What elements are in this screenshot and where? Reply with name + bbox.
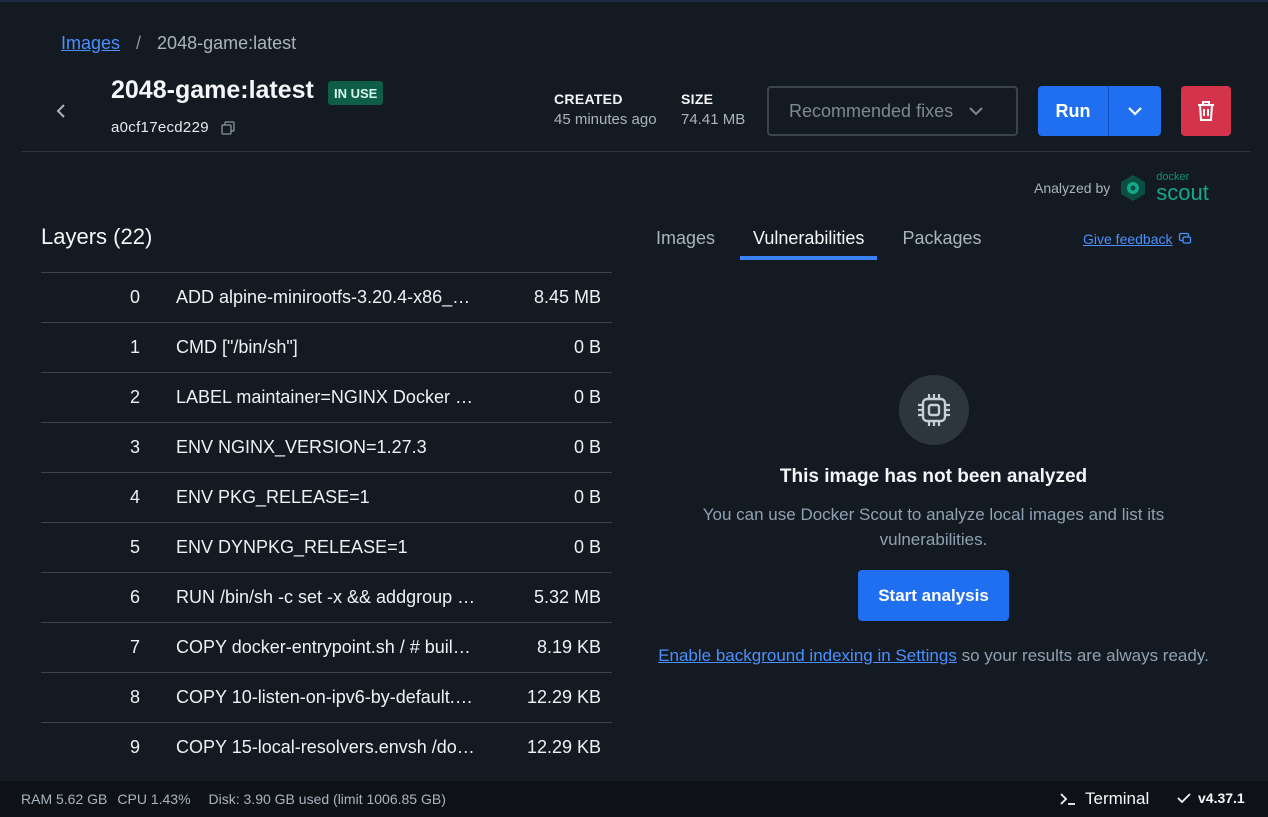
image-id: a0cf17ecd229 <box>111 119 209 136</box>
give-feedback: Give feedback <box>1083 231 1192 247</box>
layer-command: COPY 15-local-resolvers.envsh /do… <box>176 737 475 757</box>
created-info: CREATED 45 minutes ago <box>554 91 657 128</box>
terminal-icon <box>1060 793 1075 805</box>
layer-size: 0 B <box>573 437 601 457</box>
layer-row[interactable]: 8 COPY 10-listen-on-ipv6-by-default.s… 12.… <box>41 672 612 722</box>
layer-index: 6 <box>129 587 140 607</box>
layer-index: 3 <box>129 437 140 457</box>
layer-index: 0 <box>129 287 140 307</box>
layer-size: 8.19 KB <box>536 637 601 657</box>
version-status[interactable]: v4.37.1 <box>1176 790 1245 806</box>
layer-row[interactable]: 4 ENV PKG_RELEASE=1 0 B <box>41 472 612 522</box>
layer-row[interactable]: 7 COPY docker-entrypoint.sh / # buil… 8.19… <box>41 622 612 672</box>
recommended-fixes-label: Recommended fixes <box>789 100 954 121</box>
chip-icon <box>899 375 969 445</box>
layer-row[interactable]: 0 ADD alpine-minirootfs-3.20.4-x86_6… 8.45… <box>41 272 612 322</box>
created-label: CREATED <box>554 91 623 107</box>
layer-size: 8.45 MB <box>533 287 601 307</box>
size-info: SIZE 74.41 MB <box>681 91 745 128</box>
layer-row[interactable]: 3 ENV NGINX_VERSION=1.27.3 0 B <box>41 422 612 472</box>
layer-command: ADD alpine-minirootfs-3.20.4-x86_6… <box>176 287 476 307</box>
chevron-left-icon <box>56 104 65 118</box>
layer-index: 9 <box>129 737 140 757</box>
chevron-down-icon <box>969 107 983 116</box>
layer-command: RUN /bin/sh -c set -x && addgroup -… <box>176 587 476 607</box>
top-border <box>0 0 1268 2</box>
layer-size: 0 B <box>573 487 601 507</box>
recommended-fixes-button[interactable]: Recommended fixes <box>767 86 1018 136</box>
layers-title: Layers (22) <box>41 224 153 249</box>
layer-row[interactable]: 9 COPY 15-local-resolvers.envsh /do… 12.29… <box>41 722 612 772</box>
layer-row[interactable]: 2 LABEL maintainer=NGINX Docker … 0 B <box>41 372 612 422</box>
layer-command: ENV PKG_RELEASE=1 <box>176 487 370 507</box>
layers-table: 0 ADD alpine-minirootfs-3.20.4-x86_6… 8.45… <box>41 272 612 772</box>
run-options-button[interactable] <box>1109 86 1161 136</box>
layer-index: 4 <box>129 487 140 507</box>
page-title: 2048-game:latest <box>111 76 314 104</box>
layer-command: COPY 10-listen-on-ipv6-by-default.s… <box>176 687 476 707</box>
analyzed-by: Analyzed by docker scout <box>1034 172 1209 204</box>
analyzed-by-label: Analyzed by <box>1034 180 1111 196</box>
layer-row[interactable]: 1 CMD ["/bin/sh"] 0 B <box>41 322 612 372</box>
terminal-label: Terminal <box>1085 789 1150 808</box>
created-value: 45 minutes ago <box>554 111 657 128</box>
layer-size: 12.29 KB <box>526 737 601 757</box>
layer-command: ENV DYNPKG_RELEASE=1 <box>176 537 408 557</box>
layer-size: 0 B <box>573 337 601 357</box>
size-value: 74.41 MB <box>681 111 746 128</box>
layer-index: 2 <box>129 387 140 407</box>
detail-tabs: Images Vulnerabilities Packages <box>643 222 1007 260</box>
layer-command: ENV NGINX_VERSION=1.27.3 <box>176 437 427 457</box>
delete-button[interactable] <box>1181 86 1231 136</box>
indexing-note-text: so your results are always ready. <box>956 646 1209 665</box>
header-divider <box>21 151 1251 152</box>
layer-index: 5 <box>129 537 140 557</box>
breadcrumb: Images / 2048-game:latest <box>61 33 296 54</box>
in-use-badge: IN USE <box>328 81 384 105</box>
copy-icon[interactable] <box>220 120 236 136</box>
layer-row[interactable]: 6 RUN /bin/sh -c set -x && addgroup -… 5.3… <box>41 572 612 622</box>
chevron-down-icon <box>1128 107 1142 116</box>
scout-brand-large: scout <box>1156 180 1209 205</box>
layer-command: COPY docker-entrypoint.sh / # buil… <box>176 637 471 657</box>
indexing-note: Enable background indexing in Settings s… <box>650 643 1217 668</box>
tab-images[interactable]: Images <box>643 222 728 260</box>
run-button[interactable]: Run <box>1038 86 1109 136</box>
empty-state-description: You can use Docker Scout to analyze loca… <box>702 505 1165 549</box>
terminal-button[interactable]: Terminal <box>1059 789 1149 809</box>
enable-indexing-link[interactable]: Enable background indexing in Settings <box>658 646 957 665</box>
docker-scout-logo: docker scout <box>1118 172 1209 204</box>
layer-size: 0 B <box>573 387 601 407</box>
give-feedback-link[interactable]: Give feedback <box>1083 231 1173 247</box>
layer-size: 5.32 MB <box>533 587 601 607</box>
layer-command: LABEL maintainer=NGINX Docker … <box>176 387 473 407</box>
feedback-icon <box>1178 232 1191 244</box>
scout-logo-icon <box>1121 175 1146 201</box>
cpu-usage: CPU 1.43% <box>117 791 191 807</box>
layer-command: CMD ["/bin/sh"] <box>176 337 298 357</box>
back-button[interactable] <box>48 96 74 126</box>
ram-usage: RAM 5.62 GB <box>21 791 108 807</box>
version-label: v4.37.1 <box>1198 790 1245 806</box>
layer-index: 8 <box>129 687 140 707</box>
disk-usage: Disk: 3.90 GB used (limit 1006.85 GB) <box>208 791 446 807</box>
layer-row[interactable]: 5 ENV DYNPKG_RELEASE=1 0 B <box>41 522 612 572</box>
layer-size: 12.29 KB <box>526 687 601 707</box>
breadcrumb-current: 2048-game:latest <box>157 33 297 53</box>
start-analysis-button[interactable]: Start analysis <box>858 570 1009 621</box>
layer-index: 7 <box>129 637 140 657</box>
trash-icon <box>1198 101 1214 121</box>
layer-index: 1 <box>129 337 140 357</box>
status-bar: RAM 5.62 GB CPU 1.43% Disk: 3.90 GB used… <box>0 781 1268 817</box>
run-button-group: Run <box>1038 86 1161 136</box>
breadcrumb-images-link[interactable]: Images <box>61 33 120 54</box>
empty-state-title: This image has not been analyzed <box>779 466 1088 487</box>
tab-vulnerabilities[interactable]: Vulnerabilities <box>740 222 878 260</box>
breadcrumb-separator: / <box>136 33 142 53</box>
tab-packages[interactable]: Packages <box>889 222 994 260</box>
layer-size: 0 B <box>573 537 601 557</box>
check-icon <box>1177 793 1191 804</box>
size-label: SIZE <box>681 91 714 107</box>
